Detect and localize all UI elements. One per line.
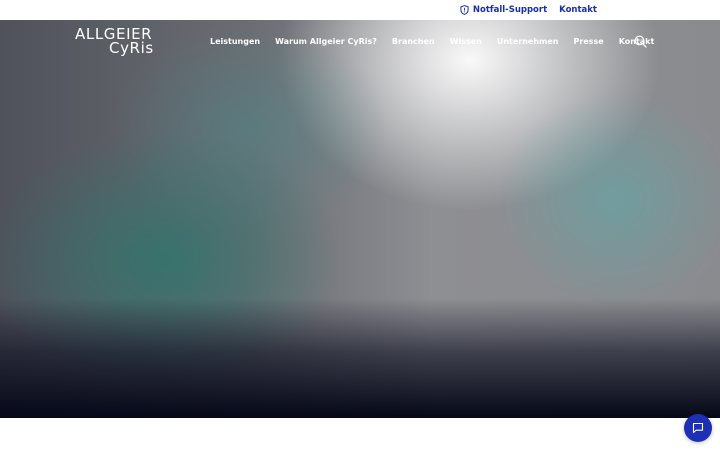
topbar-contact-label: Kontakt — [559, 5, 597, 15]
shield-icon — [460, 5, 469, 15]
nav-item-warum-allgeier-cyris[interactable]: Warum Allgeier CyRis? — [275, 37, 377, 46]
topbar-contact-link[interactable]: Kontakt — [559, 5, 597, 15]
hero-banner — [0, 20, 720, 418]
search-icon — [634, 35, 647, 48]
logo-line-2: CyRis — [109, 39, 154, 57]
company-logo[interactable]: ALLGEIER CyRis — [75, 27, 160, 56]
nav-item-presse[interactable]: Presse — [574, 37, 604, 46]
nav-item-branchen[interactable]: Branchen — [392, 37, 435, 46]
chat-button[interactable] — [684, 414, 712, 442]
utility-bar: Notfall-Support Kontakt — [0, 0, 720, 20]
search-button[interactable] — [634, 35, 647, 48]
nav-item-wissen[interactable]: Wissen — [450, 37, 482, 46]
nav-item-leistungen[interactable]: Leistungen — [210, 37, 260, 46]
main-navigation: Leistungen Warum Allgeier CyRis? Branche… — [210, 37, 669, 46]
emergency-support-label: Notfall-Support — [472, 5, 548, 15]
nav-item-unternehmen[interactable]: Unternehmen — [497, 37, 559, 46]
emergency-support-link[interactable]: Notfall-Support — [460, 5, 547, 15]
chat-bubble-icon — [692, 422, 704, 434]
